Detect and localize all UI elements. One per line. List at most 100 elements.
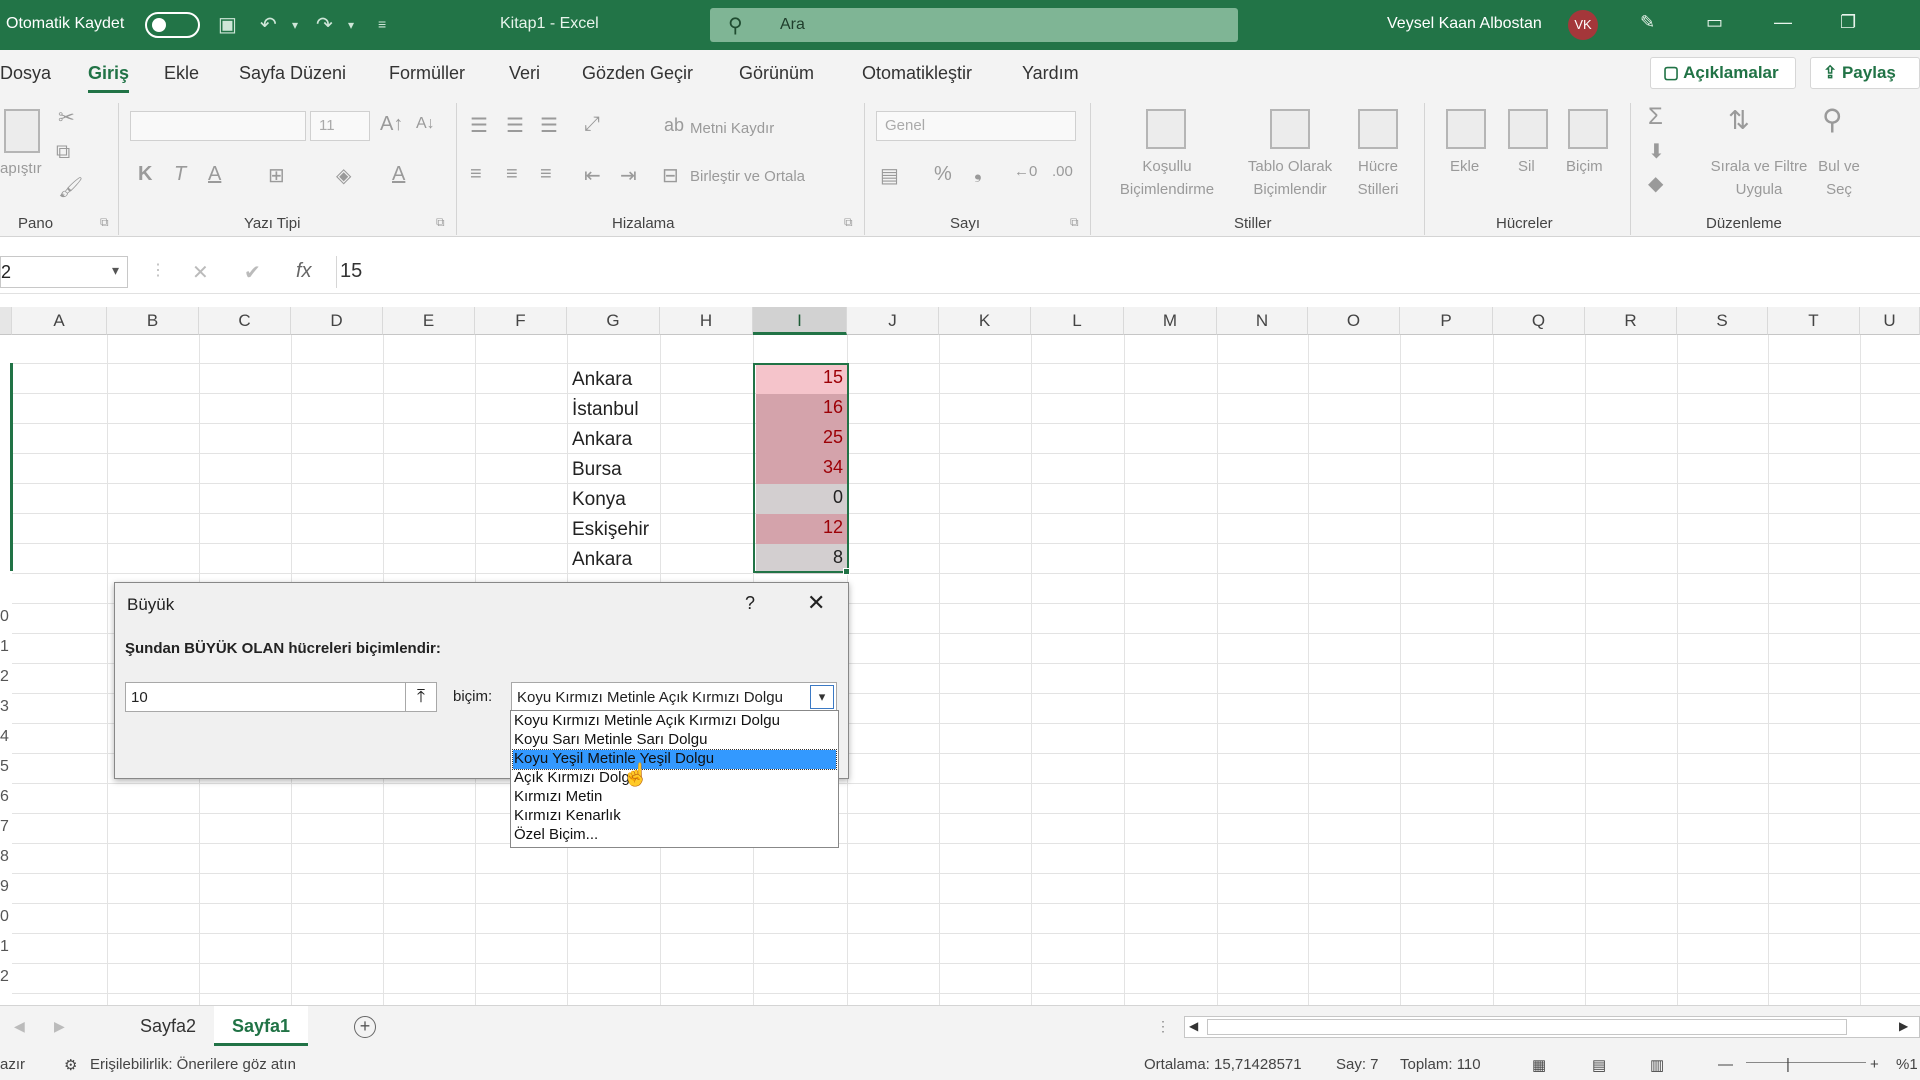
- tab-view[interactable]: Görünüm: [739, 63, 814, 84]
- column-header[interactable]: N: [1217, 307, 1308, 335]
- shrink-font-icon[interactable]: A↓: [416, 115, 435, 133]
- format-option[interactable]: Koyu Sarı Metinle Sarı Dolgu: [513, 731, 836, 750]
- align-right-icon[interactable]: ≡: [540, 163, 552, 186]
- select-all-corner[interactable]: [0, 307, 12, 335]
- underline-icon[interactable]: A: [208, 163, 221, 186]
- help-icon[interactable]: ?: [745, 593, 755, 614]
- scroll-left-icon[interactable]: ◀: [1189, 1019, 1198, 1033]
- minimize-icon[interactable]: —: [1774, 12, 1792, 33]
- tab-insert[interactable]: Ekle: [164, 63, 199, 84]
- save-icon[interactable]: ▣: [218, 12, 237, 37]
- alignment-launcher-icon[interactable]: ⧉: [844, 215, 853, 230]
- wrap-text-icon[interactable]: ab: [664, 115, 684, 136]
- find-select-label[interactable]: Bul ve Seç: [1810, 155, 1868, 201]
- increase-decimal-icon[interactable]: ←0: [1014, 163, 1037, 180]
- column-header[interactable]: B: [107, 307, 199, 335]
- clear-icon[interactable]: ◆: [1648, 171, 1663, 196]
- tab-help[interactable]: Yardım: [1022, 63, 1079, 84]
- chevron-down-icon[interactable]: ▾: [810, 685, 834, 709]
- status-sum[interactable]: Toplam: 110: [1400, 1056, 1481, 1073]
- row-header[interactable]: 0: [0, 608, 12, 626]
- page-layout-view-icon[interactable]: ▤: [1592, 1056, 1606, 1074]
- align-center-icon[interactable]: ≡: [506, 163, 518, 186]
- conditional-formatting-label[interactable]: Koşullu Biçimlendirme: [1100, 155, 1234, 201]
- wrap-text-label[interactable]: Metni Kaydır: [690, 117, 774, 140]
- column-header[interactable]: T: [1768, 307, 1860, 335]
- share-button[interactable]: ⇪ Paylaş: [1810, 57, 1920, 89]
- increase-indent-icon[interactable]: ⇥: [620, 163, 637, 188]
- zoom-level[interactable]: %1: [1896, 1056, 1918, 1073]
- customize-qat-icon[interactable]: ≡: [378, 16, 386, 32]
- grow-font-icon[interactable]: A↑: [380, 113, 403, 136]
- row-header[interactable]: 7: [0, 818, 12, 836]
- column-header[interactable]: U: [1860, 307, 1920, 335]
- undo-dropdown-icon[interactable]: ▾: [292, 18, 298, 32]
- confirm-entry-icon[interactable]: ✔: [244, 260, 261, 285]
- font-name-combo[interactable]: [130, 111, 306, 141]
- city-cell[interactable]: İstanbul: [572, 399, 639, 421]
- sort-filter-icon[interactable]: ⇅: [1728, 105, 1750, 136]
- row-header[interactable]: 0: [0, 908, 12, 926]
- delete-cells-icon[interactable]: [1508, 109, 1548, 149]
- column-header[interactable]: O: [1308, 307, 1400, 335]
- tab-page-layout[interactable]: Sayfa Düzeni: [239, 63, 346, 84]
- redo-icon[interactable]: ↷: [316, 12, 333, 37]
- format-select[interactable]: Koyu Kırmızı Metinle Açık Kırmızı Dolgu …: [511, 682, 837, 712]
- column-header[interactable]: C: [199, 307, 291, 335]
- column-header[interactable]: F: [475, 307, 567, 335]
- sheet-tab-active[interactable]: Sayfa1: [214, 1006, 309, 1046]
- number-format-combo[interactable]: Genel: [876, 111, 1076, 141]
- delete-cells-label[interactable]: Sil: [1518, 155, 1535, 178]
- row-header[interactable]: 8: [0, 848, 12, 866]
- number-launcher-icon[interactable]: ⧉: [1070, 215, 1079, 230]
- status-count[interactable]: Say: 7: [1336, 1056, 1379, 1073]
- column-header[interactable]: P: [1400, 307, 1493, 335]
- user-name[interactable]: Veysel Kaan Albostan: [1387, 15, 1542, 33]
- column-header[interactable]: J: [847, 307, 939, 335]
- font-color-icon[interactable]: A: [392, 163, 405, 186]
- normal-view-icon[interactable]: ▦: [1532, 1056, 1546, 1074]
- tab-review[interactable]: Gözden Geçir: [582, 63, 693, 84]
- autosum-icon[interactable]: Σ: [1648, 103, 1663, 131]
- insert-function-icon[interactable]: fx: [296, 260, 312, 283]
- align-bottom-icon[interactable]: ☰: [540, 113, 558, 138]
- column-header[interactable]: Q: [1493, 307, 1585, 335]
- align-top-icon[interactable]: ☰: [470, 113, 488, 138]
- sheet-tab[interactable]: Sayfa2: [122, 1006, 214, 1046]
- close-icon[interactable]: ✕: [807, 590, 825, 616]
- row-header[interactable]: 4: [0, 728, 12, 746]
- fill-icon[interactable]: ⬇: [1648, 139, 1665, 164]
- row-header[interactable]: 1: [0, 938, 12, 956]
- bold-icon[interactable]: K: [138, 163, 152, 186]
- city-cell[interactable]: Ankara: [572, 549, 632, 571]
- scroll-right-icon[interactable]: ▶: [1899, 1019, 1908, 1033]
- zoom-slider[interactable]: [1746, 1062, 1866, 1063]
- chevron-down-icon[interactable]: ▾: [112, 262, 119, 279]
- format-painter-icon[interactable]: 🖌: [58, 175, 83, 200]
- find-select-icon[interactable]: ⚲: [1822, 103, 1843, 136]
- city-cell[interactable]: Ankara: [572, 429, 632, 451]
- font-launcher-icon[interactable]: ⧉: [436, 215, 445, 230]
- redo-dropdown-icon[interactable]: ▾: [348, 18, 354, 32]
- borders-icon[interactable]: ⊞: [268, 163, 285, 188]
- column-header[interactable]: D: [291, 307, 383, 335]
- column-header[interactable]: A: [12, 307, 107, 335]
- row-header[interactable]: 9: [0, 878, 12, 896]
- column-header-selected[interactable]: I: [753, 307, 847, 335]
- format-option[interactable]: Kırmızı Kenarlık: [513, 807, 836, 826]
- page-break-view-icon[interactable]: ▥: [1650, 1056, 1664, 1074]
- tab-formulas[interactable]: Formüller: [389, 63, 465, 84]
- tab-file[interactable]: Dosya: [0, 63, 51, 84]
- row-header[interactable]: 6: [0, 788, 12, 806]
- column-header[interactable]: K: [939, 307, 1031, 335]
- format-as-table-icon[interactable]: [1270, 109, 1310, 149]
- column-header[interactable]: R: [1585, 307, 1677, 335]
- copy-icon[interactable]: ⧉: [56, 141, 70, 164]
- align-left-icon[interactable]: ≡: [470, 163, 482, 186]
- cancel-entry-icon[interactable]: ✕: [192, 260, 209, 285]
- zoom-in-icon[interactable]: +: [1870, 1056, 1879, 1073]
- format-option[interactable]: Koyu Kırmızı Metinle Açık Kırmızı Dolgu: [513, 712, 836, 731]
- scrollbar-thumb[interactable]: [1207, 1019, 1847, 1035]
- horizontal-scrollbar[interactable]: ◀ ▶: [1184, 1016, 1920, 1038]
- city-cell[interactable]: Bursa: [572, 459, 622, 481]
